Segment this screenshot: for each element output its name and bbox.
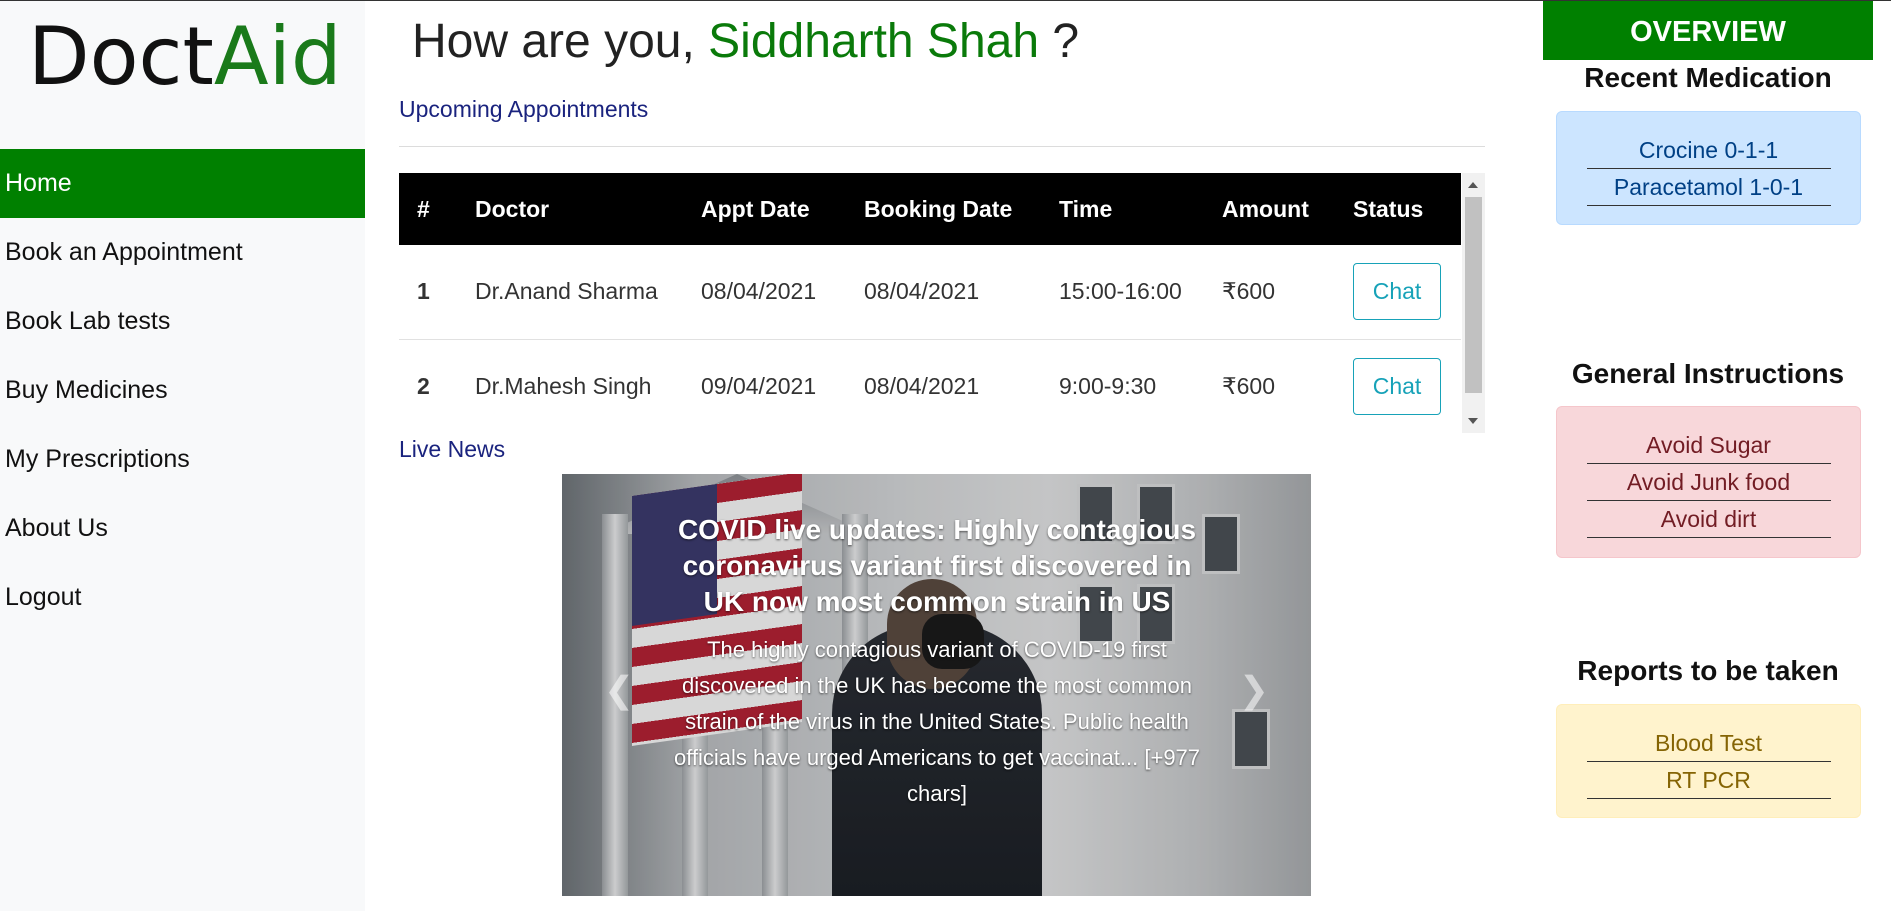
app-logo[interactable]: DoctAid [28,9,342,105]
row-booking-date: 08/04/2021 [846,245,1041,340]
row-time: 15:00-16:00 [1041,245,1204,340]
chat-button[interactable]: Chat [1353,357,1441,415]
table-row: 1 Dr.Anand Sharma 08/04/2021 08/04/2021 … [399,245,1461,340]
row-num: 1 [399,245,457,340]
report-item: Blood Test [1586,725,1831,762]
live-news-title[interactable]: Live News [399,436,505,463]
instruction-item: Avoid Junk food [1586,464,1831,501]
divider [399,146,1485,147]
upcoming-appointments-title[interactable]: Upcoming Appointments [399,96,648,123]
row-doctor: Dr.Anand Sharma [457,245,683,340]
sidebar-item-logout[interactable]: Logout [0,563,365,632]
appointments-table: # Doctor Appt Date Booking Date Time Amo… [399,173,1461,433]
row-num: 2 [399,339,457,433]
column-header-num: # [417,195,430,222]
table-scrollbar[interactable] [1462,173,1485,433]
sidebar-item-home[interactable]: Home [0,149,365,218]
row-amount: ₹600 [1204,339,1335,433]
instruction-item: Avoid dirt [1586,501,1831,538]
chevron-left-icon[interactable]: ❮ [604,669,634,711]
scrollbar-thumb[interactable] [1465,197,1482,393]
column-header-booking-date: Booking Date [864,195,1013,222]
row-appt-date: 08/04/2021 [683,245,846,340]
sidebar-item-my-prescriptions[interactable]: My Prescriptions [0,425,365,494]
column-header-amount: Amount [1222,195,1309,222]
column-header-appt-date: Appt Date [701,195,810,222]
table-row: 2 Dr.Mahesh Singh 09/04/2021 08/04/2021 … [399,339,1461,433]
sidebar-item-book-lab-tests[interactable]: Book Lab tests [0,287,365,356]
row-booking-date: 08/04/2021 [846,339,1041,433]
page-greeting: How are you, Siddharth Shah ? [412,14,1079,69]
column-header-status: Status [1353,195,1424,222]
row-amount: ₹600 [1204,245,1335,340]
overview-header: OVERVIEW [1543,1,1873,60]
medication-item: Crocine 0-1-1 [1586,132,1831,169]
row-status: Chat [1335,245,1461,340]
medication-item: Paracetamol 1-0-1 [1586,169,1831,206]
reports-title: Reports to be taken [1577,655,1839,686]
appointments-table-container: # Doctor Appt Date Booking Date Time Amo… [399,173,1485,433]
user-name: Siddharth Shah [708,15,1040,68]
instruction-item: Avoid Sugar [1586,427,1831,464]
row-time: 9:00-9:30 [1041,339,1204,433]
row-appt-date: 09/04/2021 [683,339,846,433]
news-carousel[interactable]: ❮ ❯ COVID live updates: Highly contagiou… [562,474,1311,896]
greeting-suffix: ? [1052,15,1080,68]
general-instructions-title: General Instructions [1571,358,1845,389]
report-item: RT PCR [1586,762,1831,799]
sidebar-item-about-us[interactable]: About Us [0,494,365,563]
news-headline[interactable]: COVID live updates: Highly contagious co… [672,512,1202,620]
column-header-doctor: Doctor [475,195,550,222]
sidebar-item-buy-medicines[interactable]: Buy Medicines [0,356,365,425]
recent-medication-box: Crocine 0-1-1 Paracetamol 1-0-1 [1556,111,1861,225]
news-caption: COVID live updates: Highly contagious co… [672,512,1202,812]
row-status: Chat [1335,339,1461,433]
row-doctor: Dr.Mahesh Singh [457,339,683,433]
logo-text-aid: Aid [213,10,342,103]
column-header-time: Time [1059,195,1113,222]
scroll-down-arrow-icon[interactable] [1468,418,1478,424]
sidebar: DoctAid Home Book an Appointment Book La… [0,1,365,911]
logo-text-doct: Doct [28,10,214,103]
scroll-up-arrow-icon[interactable] [1468,182,1478,188]
chevron-right-icon[interactable]: ❯ [1239,669,1269,711]
sidebar-nav: Home Book an Appointment Book Lab tests … [0,149,365,632]
general-instructions-box: Avoid Sugar Avoid Junk food Avoid dirt [1556,406,1861,558]
recent-medication-title: Recent Medication [1584,62,1832,93]
sidebar-item-book-appointment[interactable]: Book an Appointment [0,218,365,287]
chat-button[interactable]: Chat [1353,263,1441,321]
table-header-row: # Doctor Appt Date Booking Date Time Amo… [399,173,1461,245]
greeting-prefix: How are you, [412,15,695,68]
reports-box: Blood Test RT PCR [1556,704,1861,818]
news-summary: The highly contagious variant of COVID-1… [673,637,1201,806]
